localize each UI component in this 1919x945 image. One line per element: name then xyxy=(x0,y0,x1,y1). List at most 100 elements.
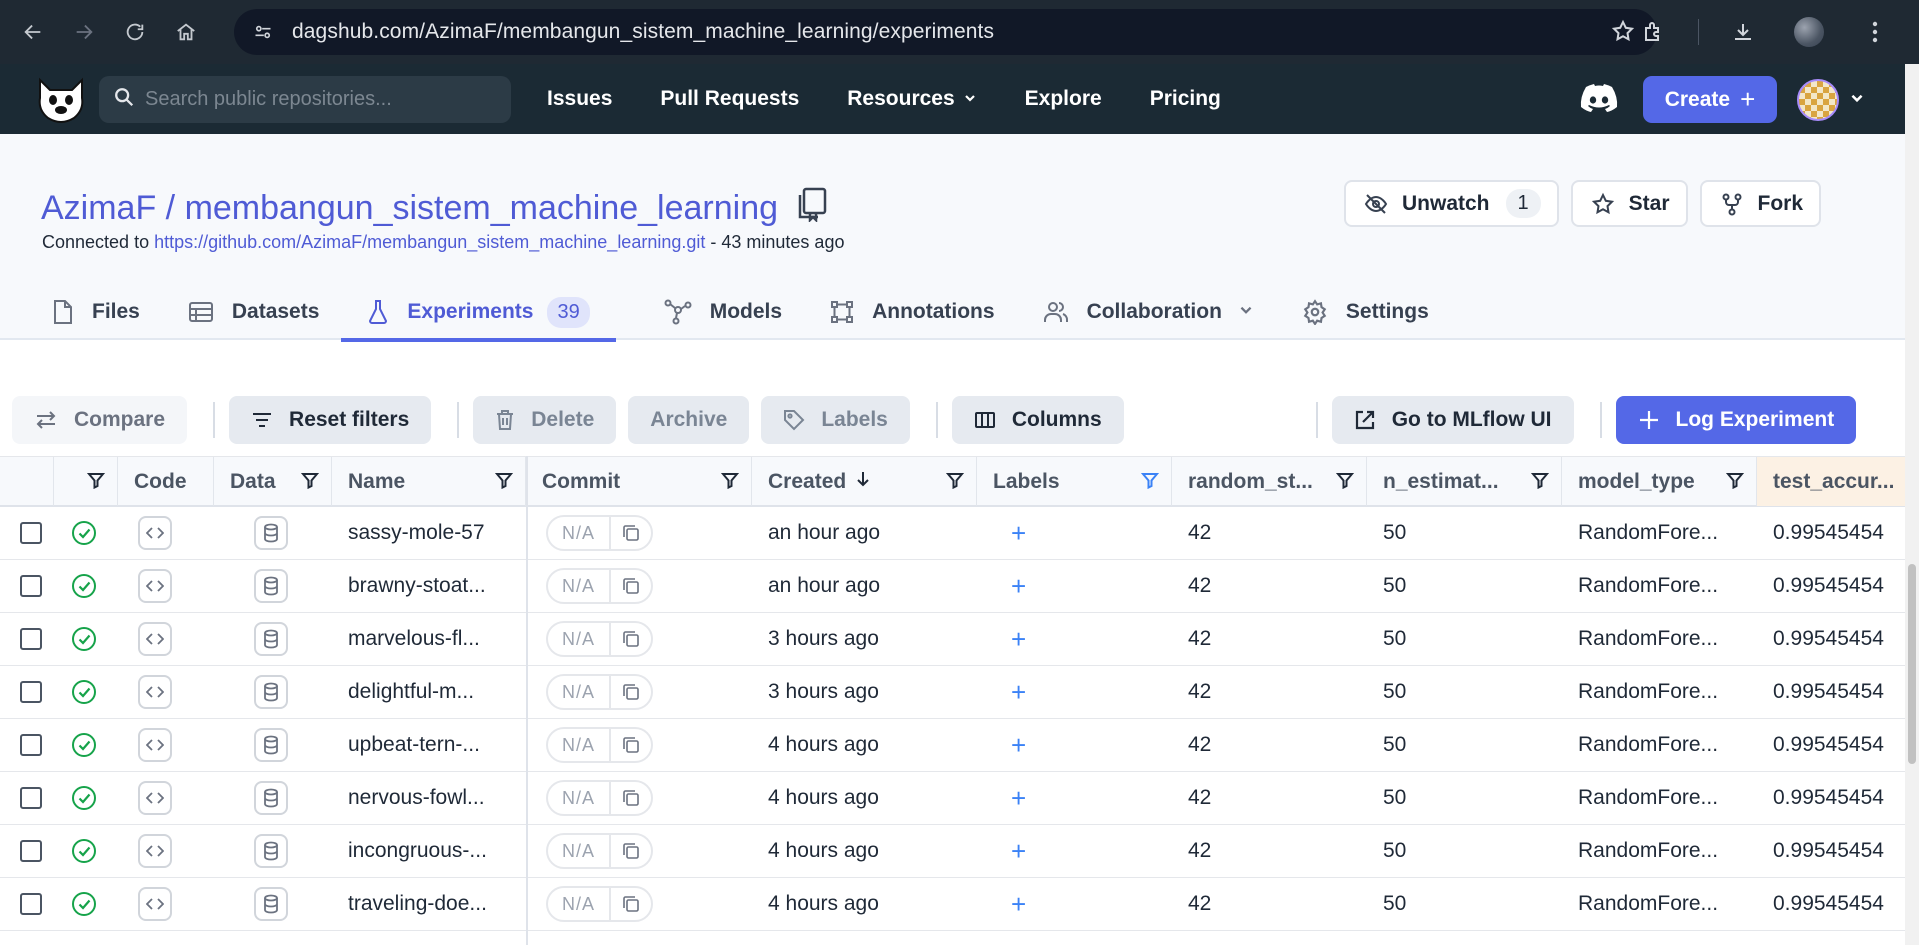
tab-files[interactable]: Files xyxy=(52,284,140,340)
home-icon[interactable] xyxy=(168,14,204,50)
tab-annotations[interactable]: Annotations xyxy=(830,284,995,340)
reload-icon[interactable] xyxy=(117,14,153,50)
filter-icon[interactable] xyxy=(301,471,319,489)
experiment-name[interactable]: incongruous-... xyxy=(332,825,526,878)
database-icon[interactable] xyxy=(254,516,288,550)
row-checkbox[interactable] xyxy=(20,840,42,862)
row-checkbox[interactable] xyxy=(20,893,42,915)
address-bar[interactable]: dagshub.com/AzimaF/membangun_sistem_mach… xyxy=(234,9,1657,55)
code-brackets-icon[interactable] xyxy=(138,887,172,921)
nav-resources[interactable]: Resources xyxy=(847,87,976,111)
row-checkbox[interactable] xyxy=(20,681,42,703)
database-icon[interactable] xyxy=(254,569,288,603)
experiment-name[interactable]: marvelous-fl... xyxy=(332,613,526,666)
back-icon[interactable] xyxy=(15,14,51,50)
filter-icon[interactable] xyxy=(1726,471,1744,489)
labels-button[interactable]: Labels xyxy=(761,396,910,444)
copy-icon[interactable] xyxy=(611,782,651,814)
copy-icon[interactable] xyxy=(611,888,651,920)
forward-icon[interactable] xyxy=(66,14,102,50)
scrollbar-thumb[interactable] xyxy=(1908,564,1916,764)
archive-button[interactable]: Archive xyxy=(628,396,750,444)
filter-icon[interactable] xyxy=(721,471,739,489)
code-brackets-icon[interactable] xyxy=(138,675,172,709)
fork-button[interactable]: Fork xyxy=(1699,180,1822,227)
filter-icon[interactable] xyxy=(946,471,964,489)
table-row[interactable]: upbeat-tern-... N/A 4 hours ago +42 50 Random… xyxy=(0,719,1905,772)
code-brackets-icon[interactable] xyxy=(138,569,172,603)
row-checkbox[interactable] xyxy=(20,734,42,756)
add-label-button[interactable]: + xyxy=(1011,677,1026,708)
table-row[interactable]: incongruous-... N/A 4 hours ago +42 50 Random… xyxy=(0,825,1905,878)
user-avatar[interactable] xyxy=(1797,79,1839,121)
log-experiment-button[interactable]: Log Experiment xyxy=(1615,396,1857,444)
add-label-button[interactable]: + xyxy=(1011,889,1026,920)
dagshub-logo-icon[interactable] xyxy=(34,76,88,124)
table-row[interactable]: brawny-stoat... N/A an hour ago +42 50 Random… xyxy=(0,560,1905,613)
experiment-name[interactable]: brawny-stoat... xyxy=(332,560,526,613)
copy-icon[interactable] xyxy=(611,517,651,549)
search-input[interactable] xyxy=(145,88,485,111)
add-label-button[interactable]: + xyxy=(1011,730,1026,761)
reset-filters-button[interactable]: Reset filters xyxy=(229,396,432,444)
repo-title-link[interactable]: AzimaF / membangun_sistem_machine_learni… xyxy=(41,189,778,228)
row-checkbox[interactable] xyxy=(20,628,42,650)
create-button[interactable]: Create + xyxy=(1643,76,1777,123)
copy-icon[interactable] xyxy=(611,729,651,761)
star-button[interactable]: Star xyxy=(1570,180,1688,227)
discord-icon[interactable] xyxy=(1580,84,1618,119)
database-icon[interactable] xyxy=(254,728,288,762)
filter-active-icon[interactable] xyxy=(1141,471,1159,489)
tab-experiments[interactable]: Experiments 39 xyxy=(341,284,617,342)
row-checkbox[interactable] xyxy=(20,787,42,809)
filter-icon[interactable] xyxy=(87,471,105,489)
columns-button[interactable]: Columns xyxy=(951,396,1124,444)
copy-icon[interactable] xyxy=(611,835,651,867)
experiment-name[interactable]: sassy-mole-57 xyxy=(332,507,526,560)
experiment-name[interactable]: nervous-fowl... xyxy=(332,772,526,825)
copy-icon[interactable] xyxy=(611,623,651,655)
extensions-icon[interactable] xyxy=(1632,10,1676,54)
delete-button[interactable]: Delete xyxy=(473,396,617,444)
database-icon[interactable] xyxy=(254,834,288,868)
search-box[interactable] xyxy=(99,76,511,123)
tab-collaboration[interactable]: Collaboration xyxy=(1043,284,1254,340)
code-brackets-icon[interactable] xyxy=(138,834,172,868)
table-row[interactable]: traveling-doe... N/A 4 hours ago +42 50 Rando… xyxy=(0,878,1905,931)
database-icon[interactable] xyxy=(254,781,288,815)
nav-issues[interactable]: Issues xyxy=(547,87,612,111)
add-label-button[interactable]: + xyxy=(1011,836,1026,867)
filter-icon[interactable] xyxy=(1531,471,1549,489)
row-checkbox[interactable] xyxy=(20,575,42,597)
database-icon[interactable] xyxy=(254,622,288,656)
profile-avatar[interactable] xyxy=(1787,10,1831,54)
code-brackets-icon[interactable] xyxy=(138,781,172,815)
add-label-button[interactable]: + xyxy=(1011,571,1026,602)
experiment-name[interactable]: upbeat-tern-... xyxy=(332,719,526,772)
add-label-button[interactable]: + xyxy=(1011,783,1026,814)
created-header[interactable]: Created xyxy=(752,457,977,506)
database-icon[interactable] xyxy=(254,675,288,709)
compare-button[interactable]: Compare xyxy=(12,396,188,444)
experiment-name[interactable]: traveling-doe... xyxy=(332,878,526,931)
tab-models[interactable]: Models xyxy=(664,284,782,340)
filter-icon[interactable] xyxy=(1336,471,1354,489)
tab-datasets[interactable]: Datasets xyxy=(188,284,319,340)
code-brackets-icon[interactable] xyxy=(138,516,172,550)
unwatch-button[interactable]: Unwatch 1 xyxy=(1344,180,1559,227)
copy-icon[interactable] xyxy=(794,186,828,231)
database-icon[interactable] xyxy=(254,887,288,921)
table-row[interactable]: marvelous-fl... N/A 3 hours ago +42 50 Random… xyxy=(0,613,1905,666)
url-text[interactable]: dagshub.com/AzimaF/membangun_sistem_mach… xyxy=(292,20,994,44)
table-row[interactable]: nervous-fowl... N/A 4 hours ago +42 50 Random… xyxy=(0,772,1905,825)
download-icon[interactable] xyxy=(1721,10,1765,54)
code-brackets-icon[interactable] xyxy=(138,622,172,656)
add-label-button[interactable]: + xyxy=(1011,518,1026,549)
mlflow-button[interactable]: Go to MLflow UI xyxy=(1331,396,1574,444)
page-scrollbar[interactable] xyxy=(1905,64,1919,945)
experiment-name[interactable]: delightful-m... xyxy=(332,666,526,719)
filter-icon[interactable] xyxy=(495,471,513,489)
table-row[interactable]: sassy-mole-57 N/A an hour ago +42 50 RandomFo… xyxy=(0,507,1905,560)
nav-pricing[interactable]: Pricing xyxy=(1150,87,1221,111)
nav-pull-requests[interactable]: Pull Requests xyxy=(660,87,799,111)
